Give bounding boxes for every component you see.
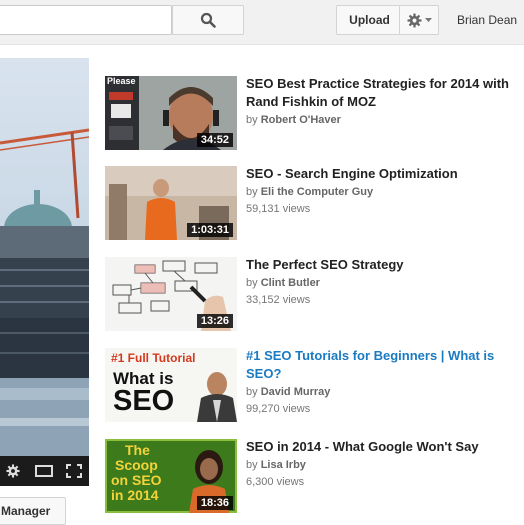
view-count: 33,152 views xyxy=(246,294,311,306)
masthead: Upload Brian Dean xyxy=(0,0,524,45)
settings-button[interactable] xyxy=(399,5,439,35)
video-thumbnail[interactable]: The Scoop on SEO in 2014 18:36 xyxy=(105,439,237,513)
related-video-item[interactable]: The Scoop on SEO in 2014 18:36 SEO in 20… xyxy=(105,439,524,517)
video-duration: 13:26 xyxy=(196,314,233,328)
related-video-item[interactable]: Please 34:52 SEO Best Practice Strategie… xyxy=(105,76,524,154)
thumbnail-caption: SEO xyxy=(113,385,175,417)
related-video-item[interactable]: #1 Full Tutorial What is SEO #1 SEO Tuto… xyxy=(105,348,524,426)
view-count: 6,300 views xyxy=(246,476,305,488)
video-meta: by Eli the Computer Guy 59,131 views xyxy=(246,184,373,218)
video-manager-button[interactable]: Manager xyxy=(0,497,66,525)
related-video-item[interactable]: 1:03:31 SEO - Search Engine Optimization… xyxy=(105,166,524,244)
theater-mode-icon xyxy=(35,465,53,477)
video-author: by Eli the Computer Guy xyxy=(246,186,374,198)
view-count: 99,270 views xyxy=(246,403,311,415)
account-name[interactable]: Brian Dean xyxy=(457,13,517,27)
search-button[interactable] xyxy=(172,5,244,35)
player-settings-button[interactable] xyxy=(4,456,22,486)
thumbnail-caption: The xyxy=(125,442,150,458)
theater-mode-button[interactable] xyxy=(33,456,55,486)
video-frame xyxy=(0,58,89,456)
gear-icon xyxy=(6,464,20,478)
video-player[interactable] xyxy=(0,58,89,486)
video-title[interactable]: SEO in 2014 - What Google Won't Say xyxy=(246,438,520,456)
video-title[interactable]: SEO Best Practice Strategies for 2014 wi… xyxy=(246,75,520,111)
video-meta: by David Murray 99,270 views xyxy=(246,384,330,418)
video-title[interactable]: SEO - Search Engine Optimization xyxy=(246,165,520,183)
thumbnail-caption: in 2014 xyxy=(111,487,159,503)
thumbnail-caption: Please xyxy=(107,76,136,86)
video-duration: 1:03:31 xyxy=(187,223,233,237)
related-video-item[interactable]: 13:26 The Perfect SEO Strategy by Clint … xyxy=(105,257,524,335)
video-thumbnail[interactable]: #1 Full Tutorial What is SEO xyxy=(105,348,237,422)
view-count: 59,131 views xyxy=(246,203,311,215)
video-author: by Clint Butler xyxy=(246,277,320,289)
video-thumbnail[interactable]: 1:03:31 xyxy=(105,166,237,240)
thumbnail-caption: Scoop xyxy=(115,457,158,473)
video-author: by Robert O'Haver xyxy=(246,114,341,126)
search-input[interactable] xyxy=(0,5,172,35)
video-title[interactable]: #1 SEO Tutorials for Beginners | What is… xyxy=(246,347,520,383)
upload-button[interactable]: Upload xyxy=(336,5,403,35)
author-name[interactable]: Lisa Irby xyxy=(261,459,306,471)
video-thumbnail[interactable]: 13:26 xyxy=(105,257,237,331)
author-name[interactable]: Clint Butler xyxy=(261,277,320,289)
video-title[interactable]: The Perfect SEO Strategy xyxy=(246,256,520,274)
author-name[interactable]: Eli the Computer Guy xyxy=(261,186,373,198)
video-author: by David Murray xyxy=(246,386,331,398)
fullscreen-icon xyxy=(66,464,82,478)
search-icon xyxy=(200,12,216,28)
thumbnail-caption: on SEO xyxy=(111,472,162,488)
chevron-down-icon xyxy=(424,18,432,22)
author-name[interactable]: Robert O'Haver xyxy=(261,114,341,126)
gear-icon xyxy=(406,12,422,28)
player-controls xyxy=(0,456,89,486)
thumbnail-caption: #1 Full Tutorial xyxy=(111,351,196,365)
author-name[interactable]: David Murray xyxy=(261,386,331,398)
video-meta: by Lisa Irby 6,300 views xyxy=(246,457,306,491)
fullscreen-button[interactable] xyxy=(64,456,84,486)
video-meta: by Robert O'Haver xyxy=(246,112,341,129)
video-meta: by Clint Butler 33,152 views xyxy=(246,275,320,309)
video-duration: 34:52 xyxy=(196,133,233,147)
video-thumbnail[interactable]: Please 34:52 xyxy=(105,76,237,150)
video-duration: 18:36 xyxy=(196,496,233,510)
video-author: by Lisa Irby xyxy=(246,459,306,471)
